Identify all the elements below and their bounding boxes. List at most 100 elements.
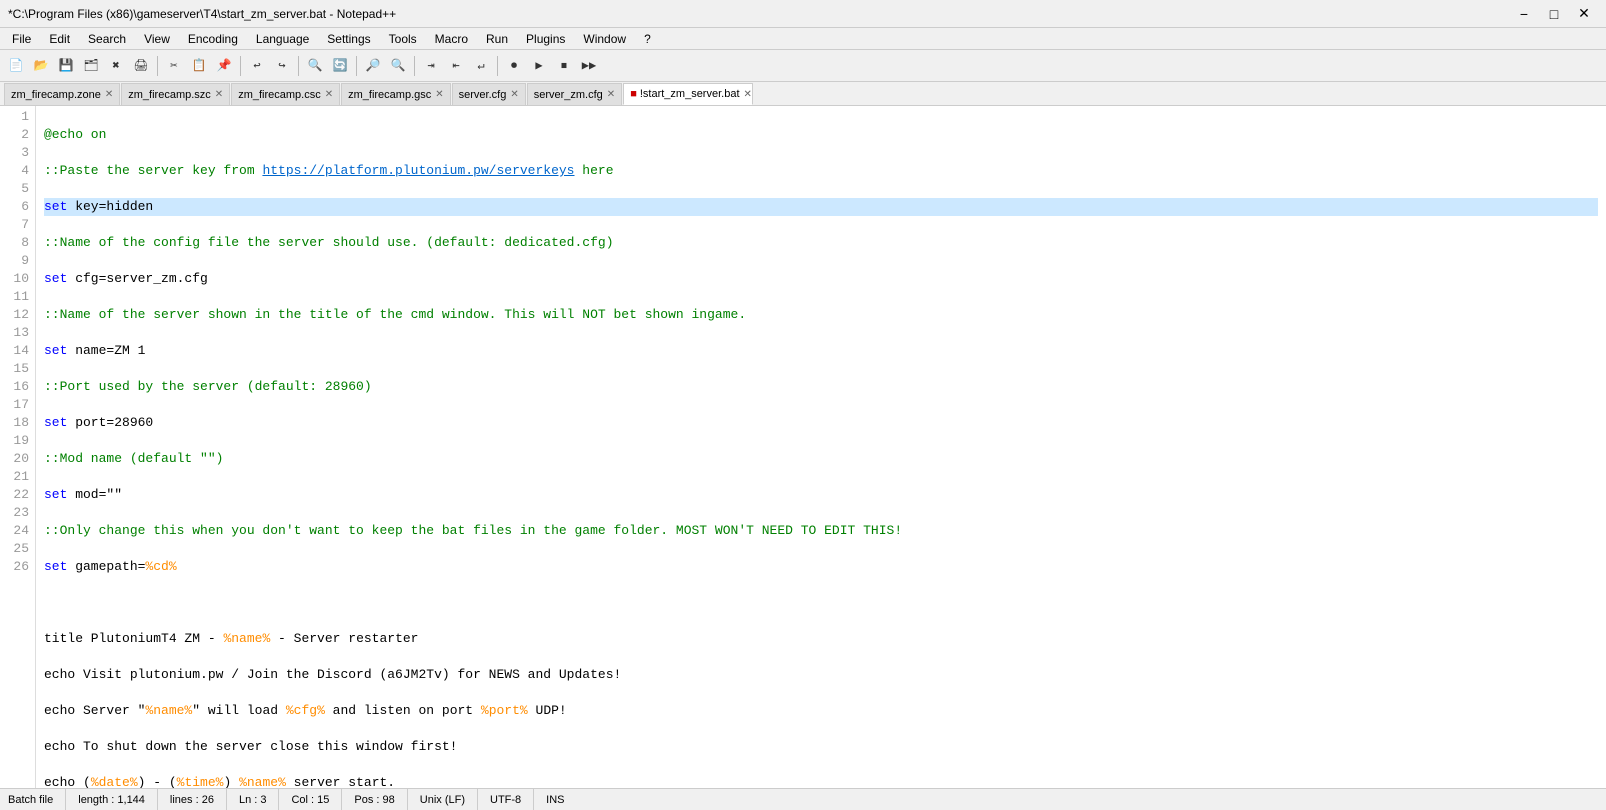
tb-saveall[interactable]: 🗂 xyxy=(79,54,103,78)
tb-close[interactable]: ✖ xyxy=(104,54,128,78)
code-line-14 xyxy=(44,594,1598,612)
menu-view[interactable]: View xyxy=(136,28,178,49)
menu-edit[interactable]: Edit xyxy=(41,28,78,49)
close-button[interactable]: ✕ xyxy=(1570,4,1598,24)
code-line-4: ::Name of the config file the server sho… xyxy=(44,234,1598,252)
tab-zm-firecamp-gsc[interactable]: zm_firecamp.gsc ✕ xyxy=(341,83,451,105)
tab-modified-icon: ■ xyxy=(630,88,637,100)
code-line-16: echo Visit plutonium.pw / Join the Disco… xyxy=(44,666,1598,684)
tb-macro-play[interactable]: ▶ xyxy=(527,54,551,78)
tb-save[interactable]: 💾 xyxy=(54,54,78,78)
code-line-3: set key=hidden xyxy=(44,198,1598,216)
code-line-17: echo Server "%name%" will load %cfg% and… xyxy=(44,702,1598,720)
tb-print[interactable]: 🖨 xyxy=(129,54,153,78)
menu-tools[interactable]: Tools xyxy=(381,28,425,49)
status-pos: Pos : 98 xyxy=(342,789,407,810)
tab-label: server.cfg xyxy=(459,89,507,101)
menu-run[interactable]: Run xyxy=(478,28,516,49)
tab-label: server_zm.cfg xyxy=(534,89,603,101)
tb-unindent[interactable]: ⇤ xyxy=(444,54,468,78)
menu-plugins[interactable]: Plugins xyxy=(518,28,573,49)
status-eol: Unix (LF) xyxy=(408,789,478,810)
code-line-13: set gamepath=%cd% xyxy=(44,558,1598,576)
menu-language[interactable]: Language xyxy=(248,28,317,49)
tab-label: zm_firecamp.gsc xyxy=(348,89,431,101)
tb-new[interactable]: 📄 xyxy=(4,54,28,78)
code-line-12: ::Only change this when you don't want t… xyxy=(44,522,1598,540)
tab-start-zm-server-bat[interactable]: ■ !start_zm_server.bat ✕ xyxy=(623,83,753,105)
tab-zm-firecamp-szc[interactable]: zm_firecamp.szc ✕ xyxy=(121,83,230,105)
tab-close-zm-firecamp-csc[interactable]: ✕ xyxy=(325,89,333,100)
menubar: File Edit Search View Encoding Language … xyxy=(0,28,1606,50)
tb-open[interactable]: 📂 xyxy=(29,54,53,78)
code-line-15: title PlutoniumT4 ZM - %name% - Server r… xyxy=(44,630,1598,648)
status-filetype: Batch file xyxy=(8,789,66,810)
menu-encoding[interactable]: Encoding xyxy=(180,28,246,49)
tab-zm-firecamp-csc[interactable]: zm_firecamp.csc ✕ xyxy=(231,83,340,105)
titlebar-controls: − □ ✕ xyxy=(1510,4,1598,24)
tb-sep1 xyxy=(157,56,158,76)
code-line-6: ::Name of the server shown in the title … xyxy=(44,306,1598,324)
tab-close-server-zm-cfg[interactable]: ✕ xyxy=(607,89,615,100)
tb-undo[interactable]: ↩ xyxy=(245,54,269,78)
tab-label: zm_firecamp.szc xyxy=(128,89,211,101)
tb-redo[interactable]: ↪ xyxy=(270,54,294,78)
tb-find[interactable]: 🔍 xyxy=(303,54,327,78)
code-line-11: set mod="" xyxy=(44,486,1598,504)
tb-sep3 xyxy=(298,56,299,76)
tb-zoomout[interactable]: 🔍 xyxy=(386,54,410,78)
editor-container: 1 2 3 4 5 6 7 8 9 10 11 12 13 14 15 16 1… xyxy=(0,106,1606,788)
tab-label: !start_zm_server.bat xyxy=(640,88,740,100)
titlebar-title: *C:\Program Files (x86)\gameserver\T4\st… xyxy=(8,7,396,21)
tab-close-zm-firecamp-zone[interactable]: ✕ xyxy=(105,89,113,100)
code-line-10: ::Mod name (default "") xyxy=(44,450,1598,468)
menu-help[interactable]: ? xyxy=(636,28,659,49)
code-line-7: set name=ZM 1 xyxy=(44,342,1598,360)
tb-sep4 xyxy=(356,56,357,76)
tb-macro-stop[interactable]: ⏹ xyxy=(552,54,576,78)
tb-sep2 xyxy=(240,56,241,76)
tb-macro-rec[interactable]: ⏺ xyxy=(502,54,526,78)
tab-server-zm-cfg[interactable]: server_zm.cfg ✕ xyxy=(527,83,622,105)
code-area[interactable]: @echo on ::Paste the server key from htt… xyxy=(36,106,1606,788)
code-line-1: @echo on xyxy=(44,126,1598,144)
tab-close-server-cfg[interactable]: ✕ xyxy=(510,89,518,100)
tb-paste[interactable]: 📌 xyxy=(212,54,236,78)
status-ln: Ln : 3 xyxy=(227,789,280,810)
status-encoding: UTF-8 xyxy=(478,789,534,810)
maximize-button[interactable]: □ xyxy=(1540,4,1568,24)
tb-wrap[interactable]: ↵ xyxy=(469,54,493,78)
tb-indent[interactable]: ⇥ xyxy=(419,54,443,78)
code-line-9: set port=28960 xyxy=(44,414,1598,432)
toolbar: 📄 📂 💾 🗂 ✖ 🖨 ✂ 📋 📌 ↩ ↪ 🔍 🔄 🔎 🔍 ⇥ ⇤ ↵ ⏺ ▶ … xyxy=(0,50,1606,82)
statusbar: Batch file length : 1,144 lines : 26 Ln … xyxy=(0,788,1606,810)
tab-close-zm-firecamp-szc[interactable]: ✕ xyxy=(215,89,223,100)
menu-settings[interactable]: Settings xyxy=(319,28,378,49)
tab-label: zm_firecamp.zone xyxy=(11,89,101,101)
code-line-8: ::Port used by the server (default: 2896… xyxy=(44,378,1598,396)
menu-search[interactable]: Search xyxy=(80,28,134,49)
menu-window[interactable]: Window xyxy=(575,28,634,49)
tb-cut[interactable]: ✂ xyxy=(162,54,186,78)
status-lines: lines : 26 xyxy=(158,789,227,810)
minimize-button[interactable]: − xyxy=(1510,4,1538,24)
line-numbers: 1 2 3 4 5 6 7 8 9 10 11 12 13 14 15 16 1… xyxy=(0,106,36,788)
tab-zm-firecamp-zone[interactable]: zm_firecamp.zone ✕ xyxy=(4,83,120,105)
tb-zoomin[interactable]: 🔎 xyxy=(361,54,385,78)
code-line-19: echo (%date%) - (%time%) %name% server s… xyxy=(44,774,1598,788)
menu-macro[interactable]: Macro xyxy=(427,28,476,49)
tab-close-zm-firecamp-gsc[interactable]: ✕ xyxy=(435,89,443,100)
tb-run[interactable]: ▶▶ xyxy=(577,54,601,78)
menu-file[interactable]: File xyxy=(4,28,39,49)
code-line-18: echo To shut down the server close this … xyxy=(44,738,1598,756)
tab-label: zm_firecamp.csc xyxy=(238,89,321,101)
tab-close-start-zm-server-bat[interactable]: ✕ xyxy=(744,89,752,100)
tb-replace[interactable]: 🔄 xyxy=(328,54,352,78)
titlebar: *C:\Program Files (x86)\gameserver\T4\st… xyxy=(0,0,1606,28)
tb-sep5 xyxy=(414,56,415,76)
tab-server-cfg[interactable]: server.cfg ✕ xyxy=(452,83,526,105)
status-length: length : 1,144 xyxy=(66,789,158,810)
status-col: Col : 15 xyxy=(279,789,342,810)
tb-copy[interactable]: 📋 xyxy=(187,54,211,78)
status-insert: INS xyxy=(534,789,576,810)
